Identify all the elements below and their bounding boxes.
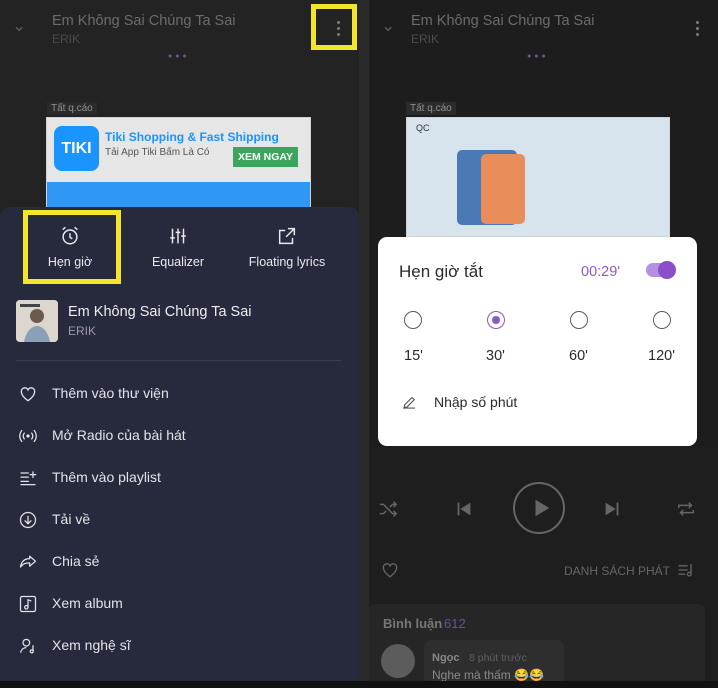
shuffle-icon[interactable] xyxy=(377,498,399,520)
comment-user: Ngọc xyxy=(432,652,460,664)
comments-title: Bình luận xyxy=(383,616,443,631)
download-icon xyxy=(19,511,37,529)
playlist-icon[interactable] xyxy=(676,560,696,580)
manual-minutes-label: Nhập số phút xyxy=(434,394,518,410)
option-label-30: 30' xyxy=(486,348,505,364)
player-header: ⌄ Em Không Sai Chúng Ta Sai ERIK ●●● xyxy=(0,0,359,60)
ad-cta-button[interactable]: XEM NGAY xyxy=(233,147,299,167)
more-options-icon[interactable] xyxy=(689,19,705,39)
header-artist: ERIK xyxy=(52,32,81,46)
floating-lyrics-action[interactable]: Floating lyrics xyxy=(240,225,334,269)
sleep-timer-dialog: Hẹn giờ tắt 00:29' 15' 30' 60' 120' Nhập… xyxy=(378,237,697,446)
options-bottom-sheet: Hẹn giờ Equalizer Floating lyrics Em Khô… xyxy=(0,207,359,688)
highlight-more-options xyxy=(311,4,357,50)
remaining-time: 00:29' xyxy=(581,264,621,280)
ad-label: QC xyxy=(416,123,430,133)
comments-count: 612 xyxy=(444,616,466,631)
menu-label: Xem nghệ sĩ xyxy=(52,637,131,653)
page-indicator: ●●● xyxy=(527,53,549,60)
radio-120-min[interactable] xyxy=(653,311,671,329)
sheet-song-title: Em Không Sai Chúng Ta Sai xyxy=(68,304,252,320)
header-song-title: Em Không Sai Chúng Ta Sai xyxy=(411,13,595,29)
next-icon[interactable] xyxy=(601,498,623,520)
dialog-title: Hẹn giờ tắt xyxy=(399,262,483,281)
bottom-edge xyxy=(0,681,718,688)
heart-icon xyxy=(20,387,36,402)
highlight-sleep-timer xyxy=(23,210,121,284)
play-button[interactable] xyxy=(513,482,565,534)
manual-minutes-input[interactable]: Nhập số phút xyxy=(400,393,517,414)
play-icon xyxy=(535,499,550,517)
comment-bubble: Ngọc 8 phút trước Nghe mà thấm 😂😂 xyxy=(424,640,564,684)
menu-label: Tải về xyxy=(52,511,91,527)
radio-30-min[interactable] xyxy=(487,311,505,329)
comment-time: 8 phút trước xyxy=(469,652,527,664)
phone-image xyxy=(481,154,525,224)
page-indicator: ●●● xyxy=(168,53,190,60)
header-artist: ERIK xyxy=(411,32,440,46)
previous-icon[interactable] xyxy=(453,498,475,520)
floating-lyrics-label: Floating lyrics xyxy=(248,255,326,269)
ad-subtitle: Tải App Tiki Bấm Là Có xyxy=(105,147,210,158)
radio-60-min[interactable] xyxy=(570,311,588,329)
option-label-120: 120' xyxy=(648,348,675,364)
collapse-chevron-icon[interactable]: ⌄ xyxy=(381,16,395,36)
tiki-ad-banner[interactable]: TIKI Tiki Shopping & Fast Shipping Tải A… xyxy=(46,117,311,212)
heart-icon[interactable] xyxy=(380,560,400,580)
album-thumbnail xyxy=(16,300,58,342)
menu-label: Chia sẻ xyxy=(52,553,100,569)
ad-close-tag[interactable]: Tất q.cáo xyxy=(47,102,97,115)
samsung-ad-banner[interactable]: QC xyxy=(406,117,670,237)
left-screen: ⌄ Em Không Sai Chúng Ta Sai ERIK ●●● Tất… xyxy=(0,0,359,688)
external-link-icon xyxy=(278,227,296,245)
player-header: ⌄ Em Không Sai Chúng Ta Sai ERIK ●●● xyxy=(369,0,718,60)
screen-divider xyxy=(359,0,369,688)
ad-title: Tiki Shopping & Fast Shipping xyxy=(105,130,279,144)
equalizer-label: Equalizer xyxy=(151,255,205,269)
option-label-60: 60' xyxy=(569,348,588,364)
comments-section: Bình luận 612 Ngọc 8 phút trước Nghe mà … xyxy=(369,604,705,688)
album-icon xyxy=(19,595,37,613)
playlist-add-icon xyxy=(20,471,37,486)
repeat-icon[interactable] xyxy=(675,498,697,520)
collapse-chevron-icon[interactable]: ⌄ xyxy=(12,16,26,36)
timer-toggle[interactable] xyxy=(646,261,676,279)
menu-label: Thêm vào playlist xyxy=(52,469,161,485)
equalizer-action[interactable]: Equalizer xyxy=(138,225,218,269)
menu-label: Thêm vào thư viện xyxy=(52,385,169,401)
radio-15-min[interactable] xyxy=(404,311,422,329)
comment-text: Nghe mà thấm 😂😂 xyxy=(432,668,544,682)
tiki-logo: TIKI xyxy=(54,126,99,171)
header-song-title: Em Không Sai Chúng Ta Sai xyxy=(52,13,236,29)
share-icon xyxy=(19,555,37,568)
sheet-song-artist: ERIK xyxy=(68,324,97,338)
artist-icon xyxy=(19,638,34,654)
ad-close-tag[interactable]: Tất q.cáo xyxy=(406,102,456,115)
radio-icon xyxy=(19,429,37,443)
menu-label: Xem album xyxy=(52,595,123,611)
pencil-icon xyxy=(403,396,416,409)
menu-label: Mở Radio của bài hát xyxy=(52,427,186,443)
option-label-15: 15' xyxy=(404,348,423,364)
equalizer-icon xyxy=(170,228,186,244)
divider xyxy=(16,360,341,361)
avatar xyxy=(381,644,415,678)
playlist-link[interactable]: DANH SÁCH PHÁT xyxy=(564,564,670,578)
